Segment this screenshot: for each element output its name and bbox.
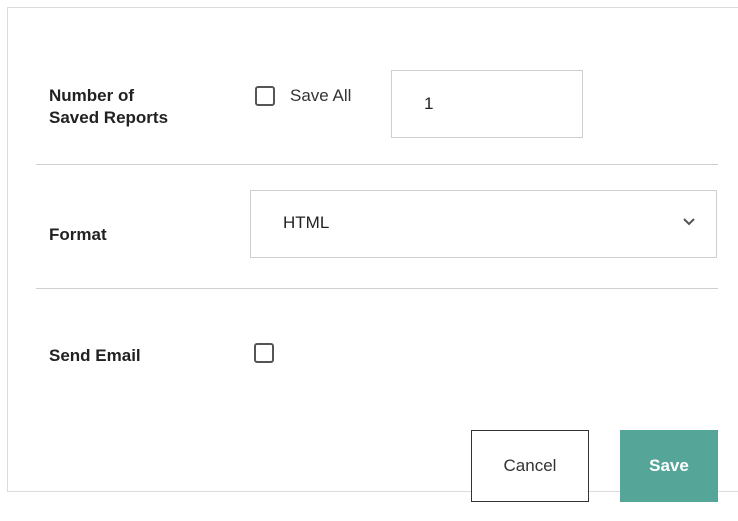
saved-reports-label: Number of Saved Reports (49, 85, 168, 129)
save-button[interactable]: Save (620, 430, 718, 502)
save-all-label[interactable]: Save All (290, 85, 351, 107)
format-select-value: HTML (283, 213, 330, 232)
cancel-button[interactable]: Cancel (471, 430, 589, 502)
divider-1 (36, 164, 718, 165)
format-select[interactable]: HTML (250, 190, 717, 258)
send-email-label: Send Email (49, 346, 141, 365)
format-label: Format (49, 225, 107, 244)
divider-2 (36, 288, 718, 289)
saved-reports-label-line2: Saved Reports (49, 108, 169, 127)
save-all-checkbox[interactable] (255, 86, 275, 106)
saved-reports-label-line1: Number of (49, 86, 134, 105)
saved-reports-count-input[interactable] (391, 70, 583, 138)
chevron-down-icon (683, 218, 695, 226)
send-email-checkbox[interactable] (254, 343, 274, 363)
